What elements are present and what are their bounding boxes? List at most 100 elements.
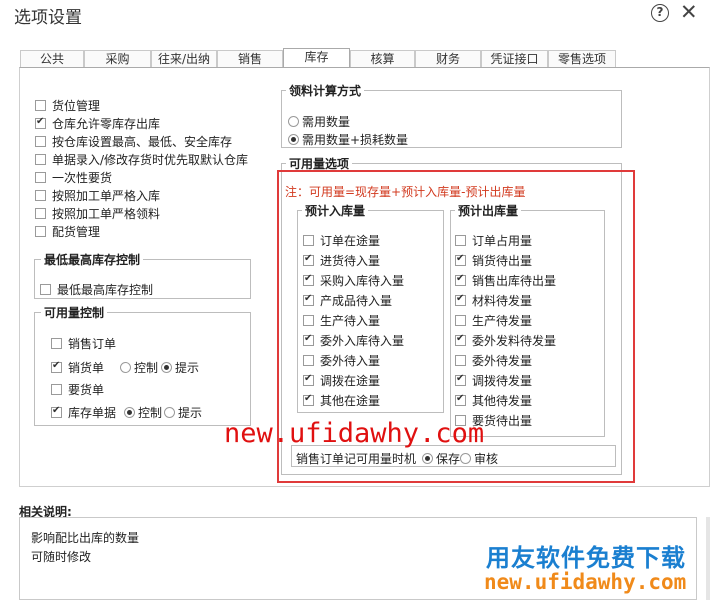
tab-sales[interactable]: 销售 bbox=[217, 50, 283, 68]
radio[interactable] bbox=[161, 362, 172, 373]
tab-finance[interactable]: 财务 bbox=[415, 50, 481, 68]
checkbox[interactable] bbox=[35, 190, 46, 201]
radio-required-qty[interactable]: 需用数量 bbox=[288, 113, 350, 130]
checkbox[interactable] bbox=[455, 293, 466, 306]
checkbox[interactable] bbox=[455, 315, 466, 326]
out-item-other-pending[interactable]: 其他待发量 bbox=[455, 392, 532, 409]
option-location-mgmt[interactable]: 货位管理 bbox=[35, 97, 100, 114]
help-icon[interactable]: ? bbox=[651, 4, 669, 22]
checkbox[interactable] bbox=[455, 355, 466, 366]
option-strict-picking[interactable]: 按照加工单严格领料 bbox=[35, 205, 160, 222]
checkbox[interactable] bbox=[303, 293, 314, 306]
checkbox[interactable] bbox=[455, 235, 466, 246]
expected-inbound-title: 预计入库量 bbox=[302, 202, 369, 219]
formula-note: 注：可用量=现存量+预计入库量-预计出库量 bbox=[285, 185, 526, 199]
tab-accounting[interactable]: 核算 bbox=[350, 50, 415, 68]
in-item-purchase-pending[interactable]: 进货待入量 bbox=[303, 252, 380, 269]
checkbox[interactable] bbox=[303, 253, 314, 266]
checkbox[interactable] bbox=[51, 384, 62, 395]
pick-method-title: 领料计算方式 bbox=[286, 82, 365, 99]
checkbox[interactable] bbox=[303, 373, 314, 386]
out-item-outsource-pending[interactable]: 委外待发量 bbox=[455, 352, 532, 369]
window-title: 选项设置 bbox=[14, 8, 82, 28]
radio[interactable] bbox=[120, 362, 131, 373]
radio-sales-bill-prompt[interactable]: 提示 bbox=[161, 359, 199, 376]
max-min-group-title: 最低最高库存控制 bbox=[41, 251, 144, 268]
option-allow-zero-stock[interactable]: 仓库允许零库存出库 bbox=[35, 115, 160, 132]
in-item-purchase-inbound-pending[interactable]: 采购入库待入量 bbox=[303, 272, 404, 289]
radio[interactable] bbox=[460, 453, 471, 464]
radio-stock-bill-prompt[interactable]: 提示 bbox=[164, 404, 202, 421]
checkbox[interactable] bbox=[455, 273, 466, 286]
tab-purchase[interactable]: 采购 bbox=[84, 50, 151, 68]
watermark-brand: 用友软件免费下载 bbox=[486, 544, 686, 572]
checkbox[interactable] bbox=[35, 154, 46, 165]
checkbox[interactable] bbox=[303, 355, 314, 366]
radio[interactable] bbox=[164, 407, 175, 418]
checkbox[interactable] bbox=[35, 136, 46, 147]
tab-retail[interactable]: 零售选项 bbox=[548, 50, 616, 68]
tab-inventory[interactable]: 库存 bbox=[283, 48, 350, 68]
option-max-min-control[interactable]: 最低最高库存控制 bbox=[40, 281, 153, 298]
checkbox[interactable] bbox=[35, 226, 46, 237]
checkbox[interactable] bbox=[303, 333, 314, 346]
checkbox[interactable] bbox=[455, 393, 466, 406]
option-sales-bill-control[interactable]: 销货单 bbox=[51, 359, 104, 376]
out-item-material-pending[interactable]: 材料待发量 bbox=[455, 292, 532, 309]
radio[interactable] bbox=[124, 407, 135, 418]
checkbox[interactable] bbox=[35, 100, 46, 111]
option-stock-limits-by-warehouse[interactable]: 按仓库设置最高、最低、安全库存 bbox=[35, 133, 232, 150]
checkbox[interactable] bbox=[455, 333, 466, 346]
scrollbar[interactable] bbox=[706, 517, 710, 600]
radio[interactable] bbox=[288, 116, 299, 127]
option-distribution-mgmt[interactable]: 配货管理 bbox=[35, 223, 100, 240]
checkbox[interactable] bbox=[455, 373, 466, 386]
watermark-url-2: new.ufidawhy.com bbox=[484, 570, 687, 594]
radio-sales-bill-control[interactable]: 控制 bbox=[120, 359, 158, 376]
radio[interactable] bbox=[288, 134, 299, 145]
in-item-order-transit[interactable]: 订单在途量 bbox=[303, 232, 380, 249]
option-one-time-request[interactable]: 一次性要货 bbox=[35, 169, 112, 186]
avail-control-title: 可用量控制 bbox=[41, 304, 108, 321]
radio[interactable] bbox=[422, 453, 433, 464]
checkbox[interactable] bbox=[303, 235, 314, 246]
checkbox[interactable] bbox=[35, 172, 46, 183]
option-sales-order-control[interactable]: 销售订单 bbox=[51, 335, 116, 352]
out-item-sales-pending[interactable]: 销货待出量 bbox=[455, 252, 532, 269]
radio-timing-audit[interactable]: 审核 bbox=[460, 450, 498, 467]
checkbox[interactable] bbox=[35, 116, 46, 129]
checkbox[interactable] bbox=[303, 393, 314, 406]
checkbox[interactable] bbox=[51, 405, 62, 418]
tab-voucher[interactable]: 凭证接口 bbox=[481, 50, 548, 68]
out-item-sales-outbound-pending[interactable]: 销售出库待出量 bbox=[455, 272, 556, 289]
watermark-url: new.ufidawhy.com bbox=[224, 418, 485, 449]
out-item-transfer-pending[interactable]: 调拨待发量 bbox=[455, 372, 532, 389]
checkbox[interactable] bbox=[303, 273, 314, 286]
in-item-outsource-inbound-pending[interactable]: 委外入库待入量 bbox=[303, 332, 404, 349]
out-item-order-occupied[interactable]: 订单占用量 bbox=[455, 232, 532, 249]
in-item-transfer-transit[interactable]: 调拨在途量 bbox=[303, 372, 380, 389]
out-item-outsource-material-pending[interactable]: 委外发料待发量 bbox=[455, 332, 556, 349]
option-default-warehouse[interactable]: 单据录入/修改存货时优先取默认仓库 bbox=[35, 151, 248, 168]
tab-ar-ap[interactable]: 往来/出纳 bbox=[151, 50, 217, 68]
in-item-production-pending[interactable]: 生产待入量 bbox=[303, 312, 380, 329]
in-item-other-transit[interactable]: 其他在途量 bbox=[303, 392, 380, 409]
in-item-finished-goods-pending[interactable]: 产成品待入量 bbox=[303, 292, 392, 309]
checkbox[interactable] bbox=[51, 360, 62, 373]
checkbox[interactable] bbox=[40, 284, 51, 295]
tab-public[interactable]: 公共 bbox=[20, 50, 84, 68]
checkbox[interactable] bbox=[35, 208, 46, 219]
in-item-outsource-pending[interactable]: 委外待入量 bbox=[303, 352, 380, 369]
checkbox[interactable] bbox=[303, 315, 314, 326]
out-item-production-pending[interactable]: 生产待发量 bbox=[455, 312, 532, 329]
radio-required-plus-loss[interactable]: 需用数量+损耗数量 bbox=[288, 131, 408, 148]
radio-stock-bill-control[interactable]: 控制 bbox=[124, 404, 162, 421]
option-stock-bill-control[interactable]: 库存单据 bbox=[51, 404, 116, 421]
checkbox[interactable] bbox=[455, 253, 466, 266]
checkbox[interactable] bbox=[51, 338, 62, 349]
radio-timing-save[interactable]: 保存 bbox=[422, 450, 460, 467]
timing-label: 销售订单记可用量时机 bbox=[296, 452, 417, 466]
option-strict-inbound[interactable]: 按照加工单严格入库 bbox=[35, 187, 160, 204]
close-icon[interactable]: ✕ bbox=[680, 1, 698, 23]
option-request-bill-control[interactable]: 要货单 bbox=[51, 381, 104, 398]
